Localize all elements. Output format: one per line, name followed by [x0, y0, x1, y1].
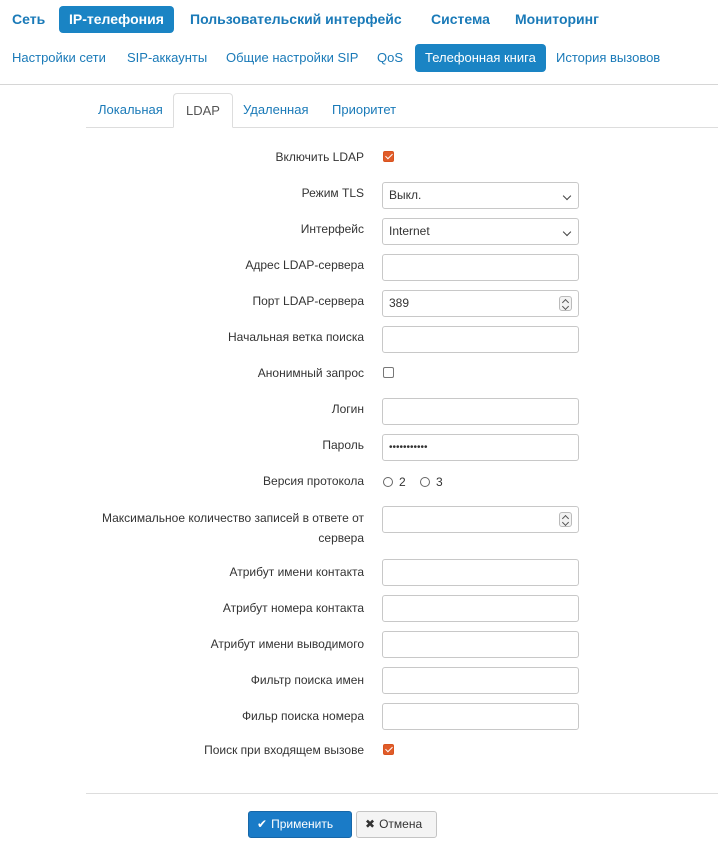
tls-mode-select[interactable]: Выкл. — [382, 182, 579, 209]
server-port-label: Порт LDAP-сервера — [252, 294, 365, 308]
subnav-item-network-settings[interactable]: Настройки сети — [2, 44, 116, 72]
subnav-item-call-history[interactable]: История вызовов — [546, 44, 670, 72]
anonymous-checkbox[interactable] — [383, 367, 394, 378]
interface-value: Internet — [389, 224, 430, 238]
search-incoming-checkbox[interactable] — [383, 744, 394, 755]
server-address-label: Адрес LDAP-сервера — [245, 258, 364, 272]
password-input[interactable]: ••••••••••• — [382, 434, 579, 461]
nav-item-network[interactable]: Сеть — [2, 6, 55, 33]
chevron-down-icon — [562, 227, 572, 237]
nav-item-system[interactable]: Система — [421, 6, 500, 33]
spinner-icon[interactable] — [559, 296, 572, 311]
name-filter-label: Фильтр поиска имен — [250, 673, 364, 687]
contact-number-attr-label: Атрибут номера контакта — [222, 601, 364, 615]
protocol-version-2-radio[interactable] — [383, 477, 393, 487]
tab-ldap[interactable]: LDAP — [173, 93, 233, 128]
main-nav: Сеть IP-телефония Пользовательский интер… — [0, 6, 718, 33]
apply-button-label: Применить — [271, 817, 334, 831]
number-filter-input[interactable] — [382, 703, 579, 730]
protocol-version-3-radio[interactable] — [420, 477, 430, 487]
x-icon: ✖ — [365, 817, 376, 831]
nav-item-ip-telephony[interactable]: IP-телефония — [59, 6, 174, 33]
server-address-input[interactable] — [382, 254, 579, 281]
apply-button[interactable]: ✔ Применить — [248, 811, 352, 838]
max-entries-input[interactable] — [382, 506, 579, 533]
number-filter-label: Фильр поиска номера — [241, 709, 364, 723]
protocol-version-label: Версия протокола — [263, 474, 364, 488]
sub-nav: Настройки сети SIP-аккаунты Общие настро… — [0, 44, 718, 72]
contact-name-attr-input[interactable] — [382, 559, 579, 586]
phonebook-tabs: Локальная LDAP Удаленная Приоритет — [86, 93, 718, 128]
spinner-icon[interactable] — [559, 512, 572, 527]
login-input[interactable] — [382, 398, 579, 425]
search-base-label: Начальная ветка поиска — [228, 330, 364, 344]
nav-item-monitoring[interactable]: Мониторинг — [505, 6, 609, 33]
anonymous-label: Анонимный запрос — [257, 366, 364, 380]
enable-ldap-checkbox[interactable] — [383, 151, 394, 162]
nav-item-user-interface[interactable]: Пользовательский интерфейс — [180, 6, 412, 33]
server-port-value: 389 — [389, 296, 410, 310]
password-label: Пароль — [322, 438, 364, 452]
max-entries-label: Максимальное количество записей в ответе… — [101, 511, 364, 545]
search-incoming-label: Поиск при входящем вызове — [204, 743, 364, 757]
interface-select[interactable]: Internet — [382, 218, 579, 245]
protocol-version-2-label: 2 — [399, 475, 406, 489]
cancel-button-label: Отмена — [379, 817, 423, 831]
subnav-item-qos[interactable]: QoS — [367, 44, 413, 72]
subnav-item-sip-general[interactable]: Общие настройки SIP — [216, 44, 368, 72]
chevron-down-icon — [562, 191, 572, 201]
search-base-input[interactable] — [382, 326, 579, 353]
tls-mode-value: Выкл. — [389, 188, 422, 202]
cancel-button[interactable]: ✖ Отмена — [356, 811, 437, 838]
nav-divider — [0, 84, 718, 85]
login-label: Логин — [331, 402, 364, 416]
contact-number-attr-input[interactable] — [382, 595, 579, 622]
interface-label: Интерфейс — [300, 222, 364, 236]
display-name-attr-input[interactable] — [382, 631, 579, 658]
tls-mode-label: Режим TLS — [301, 186, 364, 200]
form-divider — [86, 793, 718, 794]
tab-local[interactable]: Локальная — [86, 93, 175, 128]
name-filter-input[interactable] — [382, 667, 579, 694]
server-port-input[interactable]: 389 — [382, 290, 579, 317]
contact-name-attr-label: Атрибут имени контакта — [229, 565, 364, 579]
enable-ldap-label: Включить LDAP — [275, 150, 364, 164]
check-icon: ✔ — [257, 817, 268, 831]
subnav-item-phonebook[interactable]: Телефонная книга — [415, 44, 546, 72]
subnav-item-sip-accounts[interactable]: SIP-аккаунты — [117, 44, 217, 72]
tab-remote[interactable]: Удаленная — [231, 93, 321, 128]
display-name-attr-label: Атрибут имени выводимого — [210, 637, 364, 651]
protocol-version-3-label: 3 — [436, 475, 443, 489]
tab-priority[interactable]: Приоритет — [320, 93, 408, 128]
